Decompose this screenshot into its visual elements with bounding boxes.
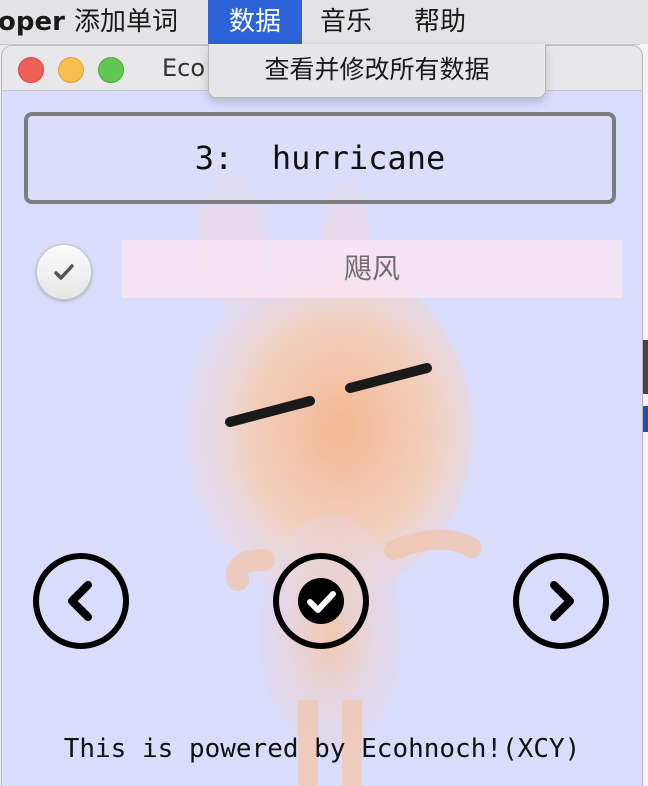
minimize-window-button[interactable]: [58, 57, 84, 83]
zoom-window-button[interactable]: [98, 57, 124, 83]
known-toggle[interactable]: [36, 244, 92, 300]
menu-data[interactable]: 数据: [208, 0, 302, 44]
data-dropdown-menu: 查看并修改所有数据: [208, 44, 546, 98]
confirm-button[interactable]: [272, 552, 370, 650]
menu-music[interactable]: 音乐: [308, 0, 384, 44]
menu-item-view-edit-all-data[interactable]: 查看并修改所有数据: [209, 52, 545, 88]
menu-bar: oper 添加单词 数据 音乐 帮助: [0, 0, 648, 45]
check-circle-icon: [273, 553, 369, 649]
close-window-button[interactable]: [18, 57, 44, 83]
checkmark-icon: [54, 264, 74, 280]
window-title: Eco: [162, 54, 206, 82]
word-display: 3: hurricane: [24, 112, 616, 204]
footer-credit: This is powered by Ecohnoch!(XCY): [63, 734, 581, 764]
chevron-right-circle-icon: [513, 553, 609, 649]
menu-add-word[interactable]: 添加单词: [62, 0, 190, 44]
app-window: Eco 3: hurricane 飓风 This is powered by E…: [2, 46, 642, 786]
menu-help[interactable]: 帮助: [402, 0, 478, 44]
previous-word-button[interactable]: [32, 552, 130, 650]
next-word-button[interactable]: [512, 552, 610, 650]
word-meaning: 飓风: [122, 240, 622, 298]
chevron-left-circle-icon: [33, 553, 129, 649]
